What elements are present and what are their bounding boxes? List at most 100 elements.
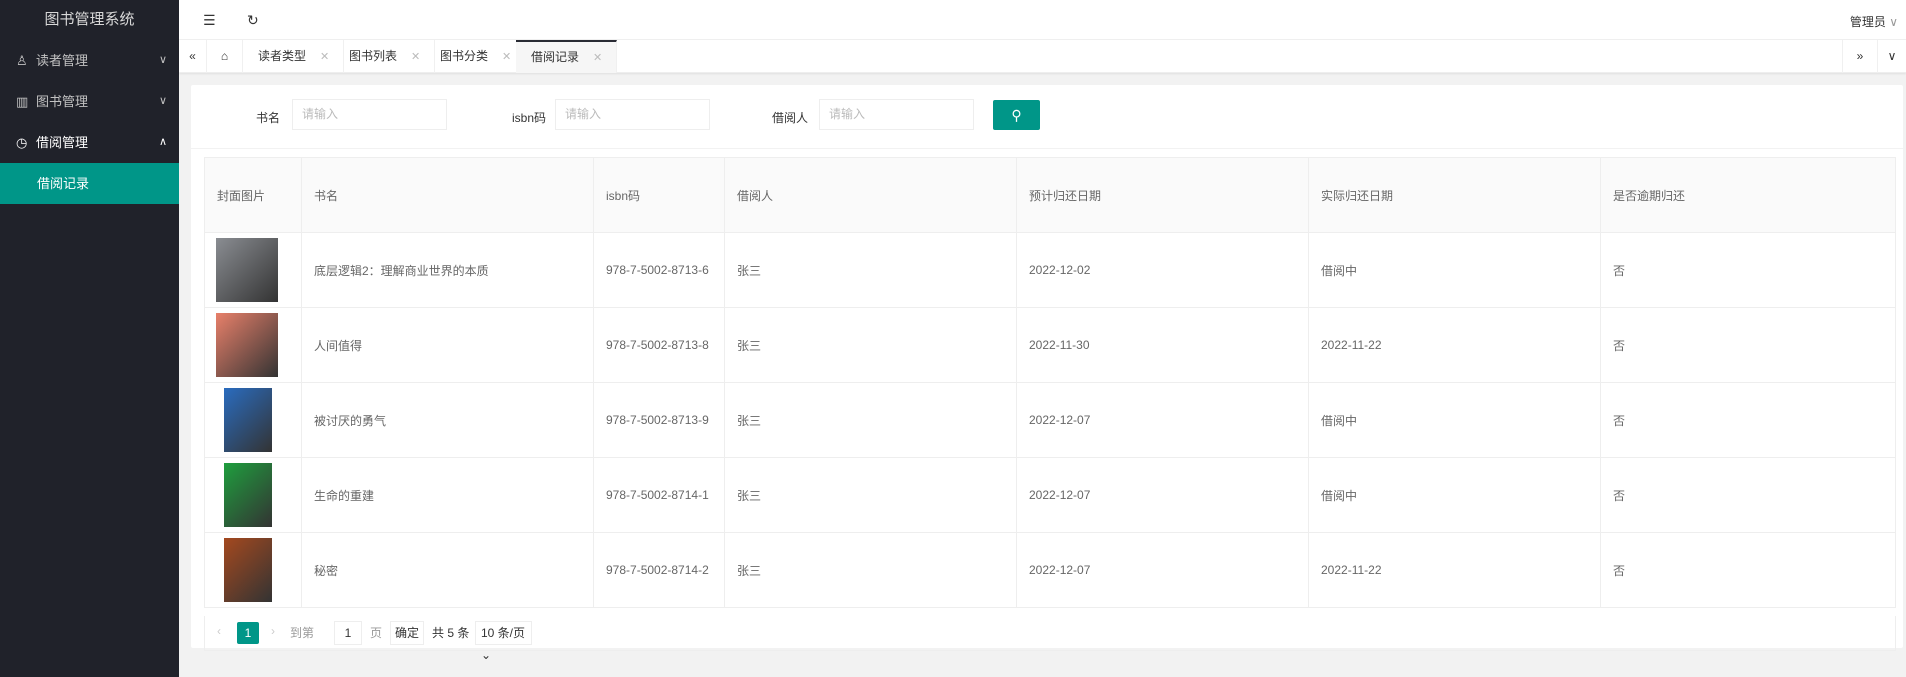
search-input-title[interactable]: 请输入 (292, 99, 447, 130)
column-header: isbn码 (593, 157, 725, 233)
overdue-status: 否 (1600, 307, 1896, 383)
search-button[interactable]: ⚲ (993, 100, 1040, 130)
close-icon[interactable]: ✕ (411, 51, 420, 63)
isbn: 978-7-5002-8713-9 (593, 382, 725, 458)
isbn: 978-7-5002-8714-2 (593, 532, 725, 608)
borrower: 张三 (724, 382, 1017, 458)
page-1-button[interactable]: 1 (237, 622, 259, 644)
book-cover-image (224, 538, 272, 602)
sidebar-item-label: 图书管理 (36, 94, 89, 109)
scroll-left-icon[interactable]: « (179, 40, 207, 73)
table-row: 人间值得 978-7-5002-8713-8 张三 2022-11-30 2022-11… (204, 307, 1896, 383)
divider (191, 148, 1903, 149)
page-size-select[interactable]: 10 条/页 ⌄ (475, 621, 532, 662)
prev-page-icon[interactable]: ‹ (217, 624, 221, 638)
book-cover-image (216, 238, 278, 302)
tab-menu-chevron-icon[interactable]: ∨ (1878, 40, 1906, 73)
search-input-isbn[interactable]: 请输入 (555, 99, 710, 130)
close-icon[interactable]: ✕ (502, 51, 511, 63)
sidebar-item-readers[interactable]: ♙ 读者管理 ∨ (0, 40, 179, 81)
book-title: 秘密 (301, 532, 594, 608)
table-row: 底层逻辑2：理解商业世界的本质 978-7-5002-8713-6 张三 2022-1… (204, 232, 1896, 308)
search-icon: ⚲ (1011, 107, 1022, 123)
goto-page-input[interactable]: 1 (334, 621, 362, 645)
cover-cell (204, 307, 302, 383)
overdue-status: 否 (1600, 232, 1896, 308)
chevron-down-icon: ∨ (1889, 15, 1898, 29)
column-header: 借阅人 (724, 157, 1017, 233)
search-label-borrower: 借阅人 (772, 111, 809, 125)
search-label-isbn: isbn码 (512, 111, 547, 125)
due-date: 2022-12-07 (1016, 382, 1309, 458)
chevron-down-icon: ∨ (158, 54, 167, 66)
scroll-right-icon[interactable]: » (1842, 40, 1878, 73)
tab-book-list[interactable]: 图书列表 ✕ (334, 40, 436, 73)
page-size-value: 10 条/页 (481, 626, 526, 640)
chevron-up-icon: ∧ (158, 136, 167, 148)
isbn: 978-7-5002-8713-6 (593, 232, 725, 308)
book-title: 人间值得 (301, 307, 594, 383)
overdue-status: 否 (1600, 382, 1896, 458)
due-date: 2022-12-07 (1016, 457, 1309, 533)
cover-cell (204, 532, 302, 608)
chevron-down-icon: ⌄ (481, 648, 492, 662)
close-icon[interactable]: ✕ (593, 52, 602, 64)
cover-cell (204, 232, 302, 308)
column-header: 是否逾期归还 (1600, 157, 1896, 233)
sidebar-subitem-borrow-records[interactable]: 借阅记录 (0, 163, 179, 204)
total-count: 共 5 条 (432, 626, 470, 640)
book-title: 生命的重建 (301, 457, 594, 533)
book-title: 被讨厌的勇气 (301, 382, 594, 458)
return-date: 借阅中 (1308, 382, 1601, 458)
book-cover-image (224, 388, 272, 452)
book-cover-image (216, 313, 278, 377)
confirm-button[interactable]: 确定 (390, 621, 424, 645)
user-name: 管理员 (1849, 15, 1886, 29)
next-page-icon[interactable]: › (271, 624, 275, 638)
tab-label: 图书列表 (349, 49, 398, 63)
borrower: 张三 (724, 457, 1017, 533)
sidebar-item-borrow[interactable]: ◷ 借阅管理 ∧ (0, 122, 179, 163)
content-card: 书名 请输入 isbn码 请输入 借阅人 请输入 ⚲ 封面图片 书名 isbn码 借阅… (191, 85, 1903, 662)
app-title: 图书管理系统 (44, 11, 135, 28)
column-header: 封面图片 (204, 157, 302, 233)
tab-borrow-records[interactable]: 借阅记录 ✕ (516, 40, 618, 73)
home-icon[interactable]: ⌂ (207, 40, 243, 73)
borrower: 张三 (724, 532, 1017, 608)
tab-book-categories[interactable]: 图书分类 ✕ (425, 40, 527, 73)
user-icon: ♙ (16, 53, 28, 68)
borrow-records-table: 封面图片 书名 isbn码 借阅人 预计归还日期 实际归还日期 是否逾期归还 底层逻辑2：理… (204, 157, 1896, 608)
user-menu[interactable]: 管理员 ∨ (1850, 13, 1898, 30)
return-date: 借阅中 (1308, 457, 1601, 533)
borrower: 张三 (724, 307, 1017, 383)
overdue-status: 否 (1600, 532, 1896, 608)
sidebar-item-books[interactable]: ▥ 图书管理 ∨ (0, 81, 179, 122)
goto-label: 到第 (290, 626, 315, 640)
return-date: 2022-11-22 (1308, 532, 1601, 608)
cover-cell (204, 457, 302, 533)
table-row: 秘密 978-7-5002-8714-2 张三 2022-12-07 2022-11-2… (204, 532, 1896, 608)
book-icon: ▥ (16, 94, 29, 109)
book-title: 底层逻辑2：理解商业世界的本质 (301, 232, 594, 308)
sidebar-item-label: 借阅管理 (36, 135, 89, 150)
refresh-icon[interactable]: ↻ (247, 12, 259, 29)
tab-bar: « ⌂ 读者类型 ✕ 图书列表 ✕ 图书分类 ✕ 借阅记录 ✕ » ∨ (179, 40, 1906, 73)
close-icon[interactable]: ✕ (320, 51, 329, 63)
clock-icon: ◷ (16, 135, 28, 150)
column-header: 预计归还日期 (1016, 157, 1309, 233)
sidebar-item-label: 读者管理 (36, 53, 89, 68)
overdue-status: 否 (1600, 457, 1896, 533)
pagination: ‹ 1 › 到第 1 页 确定 共 5 条 10 条/页 ⌄ (204, 616, 1896, 662)
tab-reader-types[interactable]: 读者类型 ✕ (243, 40, 345, 73)
due-date: 2022-12-02 (1016, 232, 1309, 308)
top-bar: ☰ ↻ 管理员 ∨ (179, 0, 1906, 40)
search-label-title: 书名 (256, 111, 281, 125)
menu-toggle-icon[interactable]: ☰ (203, 12, 216, 29)
page-label: 页 (370, 626, 383, 640)
search-input-borrower[interactable]: 请输入 (819, 99, 974, 130)
cover-cell (204, 382, 302, 458)
return-date: 2022-11-22 (1308, 307, 1601, 383)
isbn: 978-7-5002-8713-8 (593, 307, 725, 383)
borrower: 张三 (724, 232, 1017, 308)
column-header: 书名 (301, 157, 594, 233)
